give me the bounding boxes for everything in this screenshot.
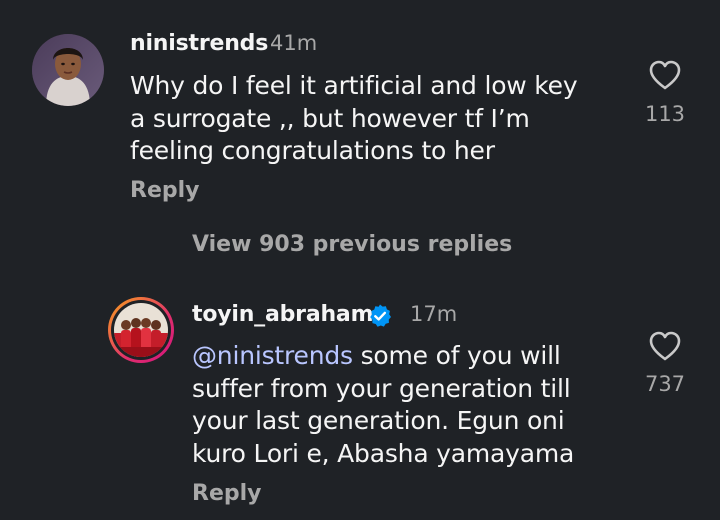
- like-count: 113: [644, 102, 686, 126]
- reply-button[interactable]: Reply: [130, 178, 200, 203]
- comment-text-line: feeling congratulations to her: [130, 136, 495, 165]
- heart-outline-icon: [649, 331, 681, 361]
- comment-text-line: your last generation. Egun oni: [192, 406, 565, 435]
- like-button[interactable]: [648, 60, 682, 90]
- view-previous-replies-button[interactable]: View 903 previous replies: [192, 232, 512, 257]
- reply-button[interactable]: Reply: [192, 481, 262, 506]
- avatar-story-ring[interactable]: [108, 297, 174, 363]
- avatar-photo: [32, 34, 104, 106]
- comment-text-line: suffer from your generation till: [192, 373, 571, 403]
- comment-text: Why do I feel it artificial and low key …: [130, 70, 630, 168]
- comment-text-line: kuro Lori e, Abasha yamayama: [192, 438, 575, 468]
- like-button[interactable]: [648, 331, 682, 361]
- comment-username[interactable]: ninistrends: [130, 31, 268, 56]
- verified-badge-icon: [370, 304, 391, 327]
- comment-text: @ninistrends some of you will suffer fro…: [192, 340, 632, 470]
- comment-timestamp: 41m: [270, 31, 318, 55]
- like-count: 737: [644, 372, 686, 396]
- comment-text-line: Why do I feel it artificial and low key: [130, 71, 578, 100]
- comments-screen: ninistrends 41m Why do I feel it artific…: [0, 0, 720, 520]
- comment-toyin-abraham: toyin_abraham 17m @ninistrends some of y…: [0, 280, 720, 520]
- verified-badge: [367, 303, 393, 329]
- comment-text-line: a surrogate ,, but however tf I’m: [130, 103, 530, 133]
- comment-text-line: @ninistrends some of you will: [192, 340, 632, 373]
- comment-timestamp: 17m: [410, 302, 458, 326]
- comment-ninistrends: ninistrends 41m Why do I feel it artific…: [0, 0, 720, 215]
- mention-link[interactable]: @ninistrends: [192, 341, 353, 370]
- comment-username[interactable]: toyin_abraham: [192, 302, 373, 327]
- comment-text-fragment: some of you will: [352, 341, 561, 370]
- avatar-photo: [114, 303, 168, 357]
- avatar[interactable]: [32, 34, 104, 106]
- heart-outline-icon: [649, 60, 681, 90]
